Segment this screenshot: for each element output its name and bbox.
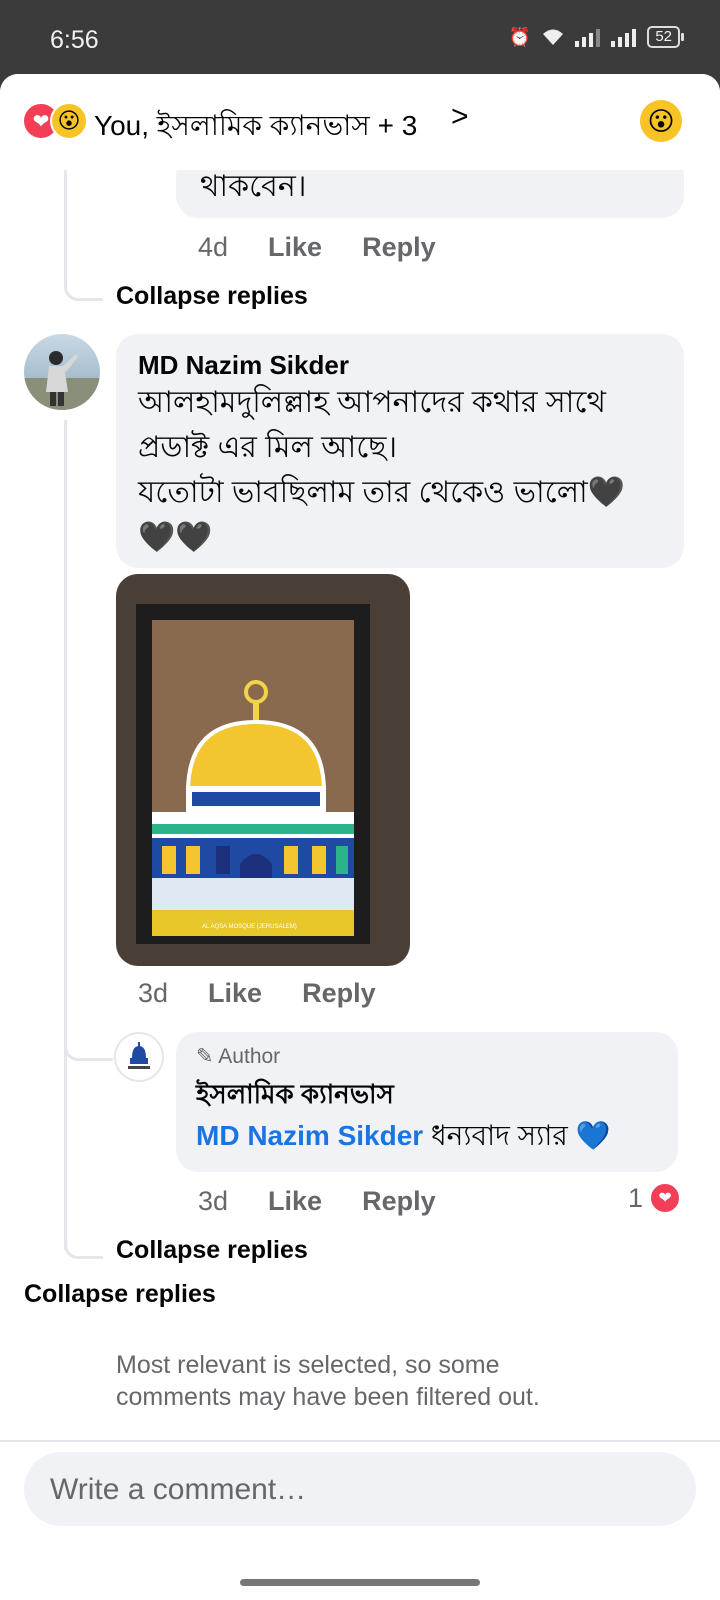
author-badge-label: Author (218, 1045, 281, 1068)
like-button[interactable]: Like (268, 232, 322, 263)
like-button[interactable]: Like (208, 978, 262, 1009)
reactions-header[interactable]: ❤ 😮 You, ইসলামিক ক্যানভাস + 3 > 😮 (0, 74, 720, 170)
comments-sheet: ❤ 😮 You, ইসলামিক ক্যানভাস + 3 > 😮 থাকবেন… (0, 74, 720, 1600)
react-button-wow-icon[interactable]: 😮 (640, 100, 682, 142)
comment-photo[interactable]: AL AQSA MOSQUE (JERUSALEM) (116, 574, 410, 966)
status-time: 6:56 (50, 26, 99, 54)
signal-icon (575, 29, 601, 47)
reply-meta: 3d Like Reply (198, 1186, 476, 1217)
comment-line: আলহামদুলিল্লাহ আপনাদের কথার সাথে (138, 386, 606, 419)
comment-meta: 4d Like Reply (198, 232, 476, 263)
wifi-icon (543, 29, 564, 45)
mention-link[interactable]: MD Nazim Sikder (196, 1120, 423, 1151)
battery-indicator: 52 (647, 26, 684, 48)
comment-meta: 3d Like Reply (138, 978, 416, 1009)
thread-line (64, 420, 67, 1250)
reactions-summary[interactable]: You, ইসলামিক ক্যানভাস + 3 (94, 104, 417, 151)
reply-body: ধন্যবাদ স্যার (430, 1120, 568, 1151)
divider (0, 1440, 720, 1442)
collapse-replies-button[interactable]: Collapse replies (116, 282, 308, 311)
reaction-icons: ❤ 😮 (22, 102, 88, 140)
status-bar: 6:56 ⏰ 52 (0, 0, 720, 74)
comment-line: 🖤🖤 (138, 521, 213, 554)
love-reaction-icon: ❤ (649, 1182, 682, 1214)
collapse-replies-button[interactable]: Collapse replies (116, 1236, 308, 1265)
reaction-count: 1 (628, 1182, 644, 1213)
status-icons: ⏰ 52 (508, 26, 684, 48)
reply-author[interactable]: ইসলামিক ক্যানভাস (196, 1074, 394, 1118)
comment-composer[interactable] (24, 1452, 696, 1528)
thread-elbow (64, 254, 103, 301)
reply-button[interactable]: Reply (302, 978, 376, 1009)
mosque-frame-image (116, 574, 410, 966)
page-avatar[interactable] (114, 1032, 164, 1082)
comment-time: 3d (138, 978, 169, 1008)
reply-reactions[interactable]: 1 ❤ (628, 1182, 682, 1214)
photo-caption: AL AQSA MOSQUE (JERUSALEM) (202, 924, 297, 930)
comment-bubble[interactable]: MD Nazim Sikder আলহামদুলিল্লাহ আপনাদের ক… (116, 334, 684, 568)
like-button[interactable]: Like (268, 1186, 322, 1217)
avatar-photo (24, 351, 100, 410)
chevron-right-icon[interactable]: > (451, 100, 469, 134)
reply-bubble[interactable]: ✎ Author ইসলামিক ক্যানভাস MD Nazim Sikde… (176, 1032, 678, 1172)
signal-icon-2 (611, 29, 637, 47)
filter-note: Most relevant is selected, so some comme… (116, 1351, 540, 1411)
avatar[interactable] (24, 334, 100, 410)
thread-elbow (64, 1214, 103, 1259)
home-indicator[interactable] (240, 1579, 480, 1586)
comment-input[interactable] (48, 1452, 652, 1528)
comment-time: 4d (198, 232, 229, 262)
author-badge: ✎ Author (196, 1044, 280, 1069)
thread-elbow (64, 1034, 113, 1061)
reply-text: MD Nazim Sikder ধন্যবাদ স্যার 💙 (196, 1114, 610, 1161)
page-logo-icon (128, 1042, 150, 1069)
alarm-icon: ⏰ (508, 26, 532, 47)
blue-heart-emoji: 💙 (575, 1120, 611, 1151)
wow-reaction-icon: 😮 (50, 102, 88, 140)
pencil-icon: ✎ (196, 1045, 214, 1068)
comment-author[interactable]: MD Nazim Sikder (138, 350, 349, 381)
comment-line: যতোটা ভাবছিলাম তার থেকেও ভালো🖤 (138, 476, 626, 509)
reply-button[interactable]: Reply (362, 1186, 436, 1217)
comment-text: থাকবেন। (200, 170, 307, 203)
reply-button[interactable]: Reply (362, 232, 436, 263)
comment-line: প্রডাক্ট এর মিল আছে। (138, 431, 398, 464)
collapse-replies-button-outer[interactable]: Collapse replies (24, 1280, 216, 1309)
reply-time: 3d (198, 1186, 229, 1216)
